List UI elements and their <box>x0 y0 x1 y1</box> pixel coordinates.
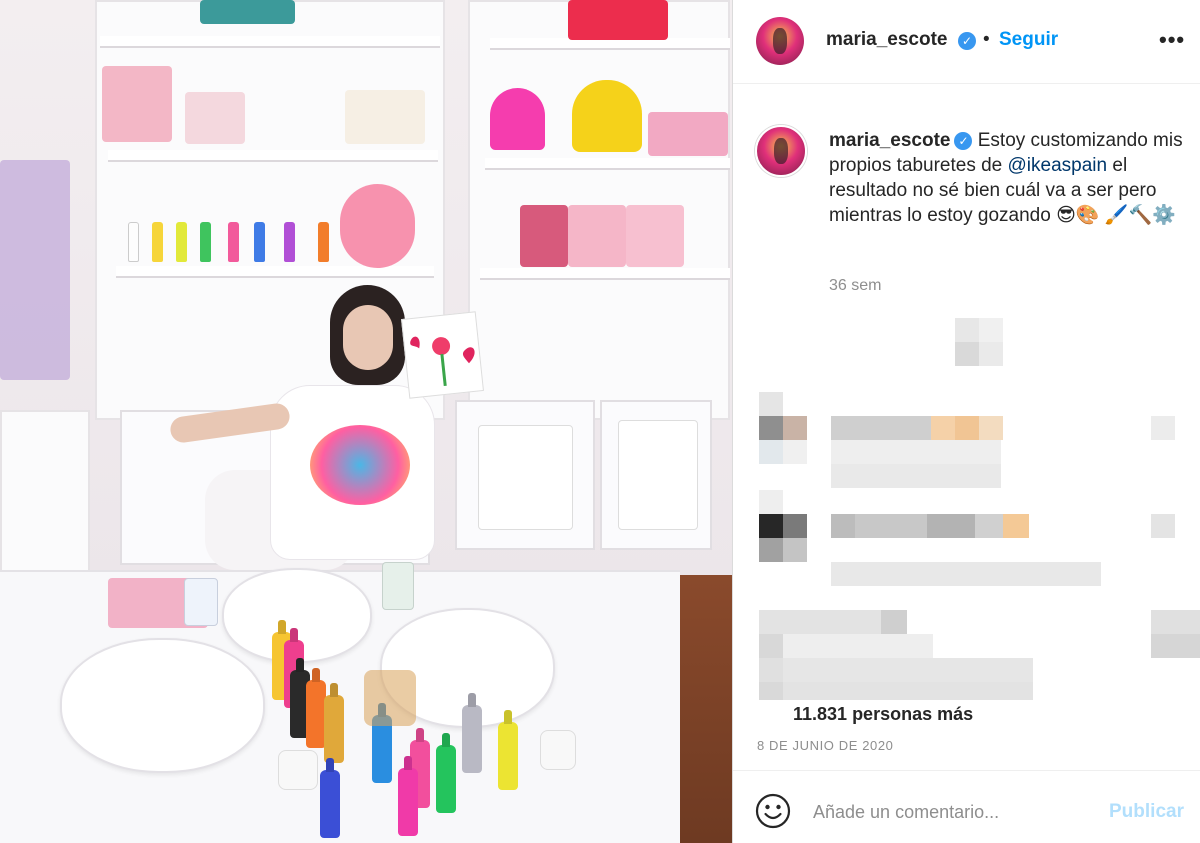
photo-toy <box>185 92 245 144</box>
flower-drawing-icon <box>410 336 475 387</box>
photo-brush-holder <box>364 670 416 726</box>
photo-toy <box>490 88 545 150</box>
emoji-icon[interactable] <box>755 793 791 829</box>
photo-toy <box>568 205 626 267</box>
photo-paint-bottle <box>324 695 344 763</box>
photo-bottle <box>176 222 187 262</box>
photo-shirt-print <box>310 425 410 505</box>
photo-bottle <box>228 222 239 262</box>
photo-person-face <box>343 305 393 370</box>
photo-toy <box>568 0 668 40</box>
follow-button[interactable]: Seguir <box>999 29 1058 51</box>
photo-shelf <box>108 150 438 162</box>
comment-bar: Publicar <box>733 770 1200 843</box>
photo-drawing <box>478 425 573 530</box>
publish-button[interactable]: Publicar <box>1109 801 1184 823</box>
photo-shelf <box>485 158 730 170</box>
post-header: maria_escote ✓ • Seguir ••• <box>733 0 1200 84</box>
photo-shelf <box>100 36 440 48</box>
photo-stool-top <box>60 638 265 773</box>
photo-bottle <box>128 222 139 262</box>
more-options-icon[interactable]: ••• <box>1159 27 1185 53</box>
photo-toy <box>648 112 728 156</box>
caption-username[interactable]: maria_escote <box>829 130 950 151</box>
author-avatar[interactable] <box>756 17 804 65</box>
caption-timestamp[interactable]: 36 sem <box>829 277 881 295</box>
likes-count[interactable]: 11.831 personas más <box>793 704 973 725</box>
photo-cup <box>184 578 218 626</box>
header-separator: • <box>983 29 990 50</box>
photo-toy <box>102 66 172 142</box>
author-username[interactable]: maria_escote <box>826 29 947 51</box>
photo-drawers <box>0 410 90 580</box>
photo-toy <box>626 205 684 267</box>
photo-cup <box>278 750 318 790</box>
verified-badge-icon: ✓ <box>958 32 976 50</box>
comment-input[interactable] <box>813 797 1093 827</box>
photo-shelf <box>116 266 434 278</box>
photo-toy <box>520 205 568 267</box>
photo-paint-bottle <box>462 705 482 773</box>
photo-paint-bottle <box>306 680 326 748</box>
photo-cup <box>540 730 576 770</box>
caption-mention[interactable]: @ikeaspain <box>1008 155 1108 176</box>
post-date: 8 DE JUNIO DE 2020 <box>757 738 894 753</box>
photo-bottle <box>318 222 329 262</box>
photo-paint-bottle <box>320 770 340 838</box>
photo-held-drawing <box>401 311 484 399</box>
post-caption: maria_escote ✓ Estoy customizando mis pro… <box>829 128 1189 228</box>
photo-drawing <box>618 420 698 530</box>
photo-toy <box>345 90 425 144</box>
post-photo[interactable] <box>0 0 732 843</box>
post-side-panel: maria_escote ✓ • Seguir ••• maria_escote… <box>732 0 1200 843</box>
photo-bottle <box>200 222 211 262</box>
verified-badge-icon: ✓ <box>954 132 973 150</box>
photo-toy <box>0 160 70 380</box>
photo-bottle <box>254 222 265 262</box>
photo-toy <box>200 0 295 24</box>
photo-bottle <box>284 222 295 262</box>
caption-author-avatar[interactable] <box>755 125 807 177</box>
photo-bottle <box>152 222 163 262</box>
photo-paint-bottle <box>398 768 418 836</box>
redacted-comments <box>759 318 1200 700</box>
photo-paint-bottle <box>436 745 456 813</box>
photo-cup <box>382 562 414 610</box>
photo-toy <box>340 184 415 268</box>
photo-paint-bottle <box>498 722 518 790</box>
photo-toy <box>572 80 642 152</box>
photo-shelf <box>480 268 730 280</box>
